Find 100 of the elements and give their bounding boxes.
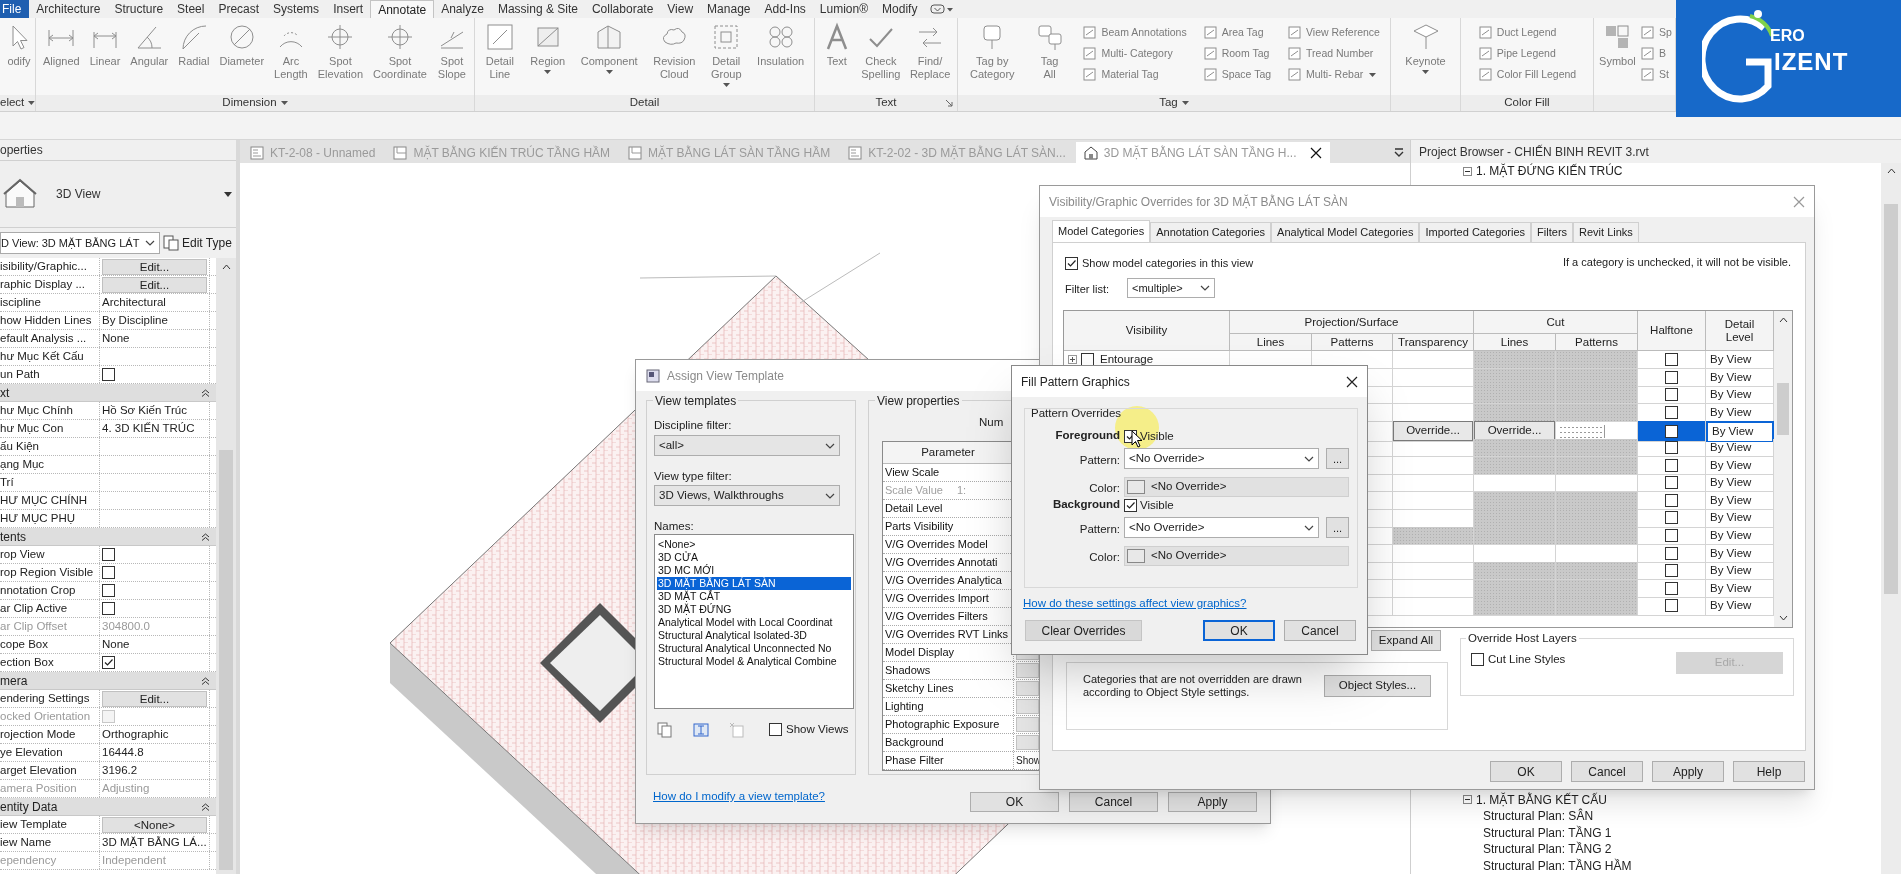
pattern-preview[interactable] [1559, 424, 1605, 438]
halftone-cell[interactable] [1638, 351, 1706, 370]
list-item[interactable]: 3D CỬA [657, 551, 851, 564]
close-icon[interactable] [1346, 375, 1358, 388]
ribbon-tab[interactable]: Analyze [434, 0, 491, 18]
dialog-button[interactable]: Cancel [1571, 761, 1643, 782]
ribbon-tool-button[interactable]: Symbol [1597, 22, 1638, 68]
ribbon-tool-button[interactable]: Spot Coordinate [371, 22, 429, 81]
checkbox[interactable] [1665, 564, 1678, 578]
caret-icon[interactable] [28, 101, 35, 105]
ribbon-tool-button[interactable]: Pipe Legend [1477, 44, 1577, 63]
help-link[interactable]: How do I modify a view template? [653, 788, 825, 806]
panel-toggle-icon[interactable] [930, 3, 955, 15]
scroll-up-icon[interactable] [221, 264, 231, 270]
checkbox[interactable] [1665, 458, 1678, 472]
names-list[interactable] [654, 534, 854, 709]
object-styles-button[interactable]: Object Styles... [1324, 675, 1431, 697]
checkbox[interactable] [1665, 405, 1678, 419]
edit-button[interactable]: Edit... [102, 690, 207, 707]
ribbon-tool-button[interactable]: Text [819, 22, 854, 68]
list-item[interactable]: 3D MẶT BẰNG LÁT SÀN [657, 577, 851, 590]
ribbon-tool-button[interactable]: Area Tag [1202, 23, 1272, 42]
ribbon-tool-button[interactable]: Multi- Category [1082, 44, 1187, 63]
caret-icon[interactable] [1181, 101, 1189, 105]
chevron-down-icon[interactable] [145, 240, 155, 246]
checkbox[interactable] [1081, 353, 1094, 367]
expand-icon[interactable] [1068, 355, 1077, 365]
ribbon-tab[interactable]: Insert [326, 0, 371, 18]
dialog-button[interactable]: Cancel [1069, 792, 1158, 812]
scroll-up-icon[interactable] [1886, 168, 1896, 174]
checkbox[interactable] [1665, 353, 1678, 367]
checkbox[interactable] [1065, 256, 1078, 270]
ribbon-tab[interactable]: Massing & Site [490, 0, 585, 18]
chevron-down-icon[interactable] [1304, 524, 1314, 531]
ribbon-tab[interactable]: Lumion® [812, 0, 876, 18]
caret-icon[interactable] [544, 70, 552, 74]
dialog-tab[interactable]: Analytical Model Categories [1271, 222, 1420, 243]
halftone-cell[interactable] [1638, 421, 1706, 442]
checkbox[interactable] [1665, 511, 1678, 525]
halftone-cell[interactable] [1638, 438, 1706, 458]
ribbon-tool-button[interactable]: Detail Group [708, 22, 744, 87]
ribbon-tool-button[interactable]: Check Spelling [859, 22, 903, 81]
halftone-cell[interactable] [1638, 386, 1706, 405]
ribbon-tool-button[interactable]: Revision Cloud [651, 22, 698, 81]
ribbon-tool-button[interactable]: B [1640, 44, 1672, 63]
caret-icon[interactable] [1369, 72, 1377, 77]
list-item[interactable]: 3D MẶT ĐỨNG [657, 603, 851, 616]
checkbox[interactable] [1665, 441, 1678, 455]
chevron-down-icon[interactable] [825, 492, 835, 499]
checkbox[interactable] [769, 723, 782, 737]
edit-type-button[interactable]: Edit Type [163, 234, 232, 252]
ribbon-tool-button[interactable]: View Reference [1287, 23, 1380, 42]
ribbon-tool-button[interactable]: Radial [176, 22, 212, 68]
dialog-tab[interactable]: Annotation Categories [1150, 222, 1272, 243]
tree-item[interactable]: 1. MẶT ĐỨNG KIẾN TRÚC [1476, 162, 1623, 181]
override-button[interactable]: Override... [1393, 421, 1473, 441]
checkbox[interactable] [1665, 546, 1678, 560]
ribbon-tool-button[interactable]: Space Tag [1202, 65, 1272, 84]
pattern-dropdown[interactable]: <No Override> [1124, 517, 1319, 538]
list-item[interactable]: Analytical Model with Local Coordinat [657, 616, 851, 629]
collapse-icon[interactable] [201, 532, 210, 541]
collapse-icon[interactable] [201, 676, 210, 685]
checkbox[interactable] [1124, 499, 1137, 513]
ribbon-tool-button[interactable]: Arc Length [272, 22, 310, 81]
checkbox[interactable] [1665, 493, 1678, 507]
scroll-up-icon[interactable] [1778, 317, 1788, 323]
tree-item[interactable]: Structural Plan: TẦNG 1 [1483, 823, 1612, 842]
checkbox[interactable] [102, 602, 115, 615]
ribbon-tab[interactable]: Collaborate [584, 0, 661, 18]
checkbox[interactable] [1665, 370, 1678, 384]
ribbon-tool-button[interactable]: Duct Legend [1477, 23, 1577, 42]
checkbox[interactable] [1471, 653, 1484, 667]
ribbon-tab[interactable]: Add-Ins [757, 0, 813, 18]
chevron-down-icon[interactable] [1200, 285, 1210, 291]
ribbon-tool-button[interactable]: odify [2, 22, 36, 68]
ribbon-tool-button[interactable]: Sp [1640, 23, 1672, 42]
ribbon-tool-button[interactable]: Linear [87, 22, 123, 68]
color-button[interactable]: <No Override> [1124, 477, 1349, 497]
tree-item[interactable]: Structural Plan: TẦNG 2 [1483, 840, 1612, 859]
edit-button[interactable]: Edit... [102, 258, 207, 275]
scrollbar-thumb[interactable] [1777, 382, 1789, 435]
chevron-down-icon[interactable] [1304, 455, 1314, 462]
caret-icon[interactable] [722, 83, 730, 87]
checkbox[interactable] [1665, 424, 1678, 438]
color-button[interactable]: <No Override> [1124, 546, 1349, 566]
edit-button[interactable]: <None> [102, 816, 207, 833]
browse-button[interactable]: ... [1326, 517, 1349, 538]
halftone-cell[interactable] [1638, 544, 1706, 563]
edit-button[interactable]: Edit... [102, 276, 207, 293]
ribbon-tool-button[interactable]: Multi- Rebar [1287, 65, 1380, 84]
halftone-cell[interactable] [1638, 491, 1706, 510]
close-icon[interactable] [1310, 146, 1323, 159]
halftone-cell[interactable] [1638, 579, 1706, 598]
halftone-cell[interactable] [1638, 597, 1706, 616]
dialog-launcher-icon[interactable] [945, 99, 953, 107]
section-row[interactable]: xt [0, 384, 216, 402]
ribbon-tab[interactable]: Precast [211, 0, 267, 18]
ribbon-tool-button[interactable]: Tag All [1032, 22, 1067, 81]
section-row[interactable]: tents [0, 528, 216, 546]
pattern-dropdown[interactable]: <No Override> [1124, 448, 1319, 469]
